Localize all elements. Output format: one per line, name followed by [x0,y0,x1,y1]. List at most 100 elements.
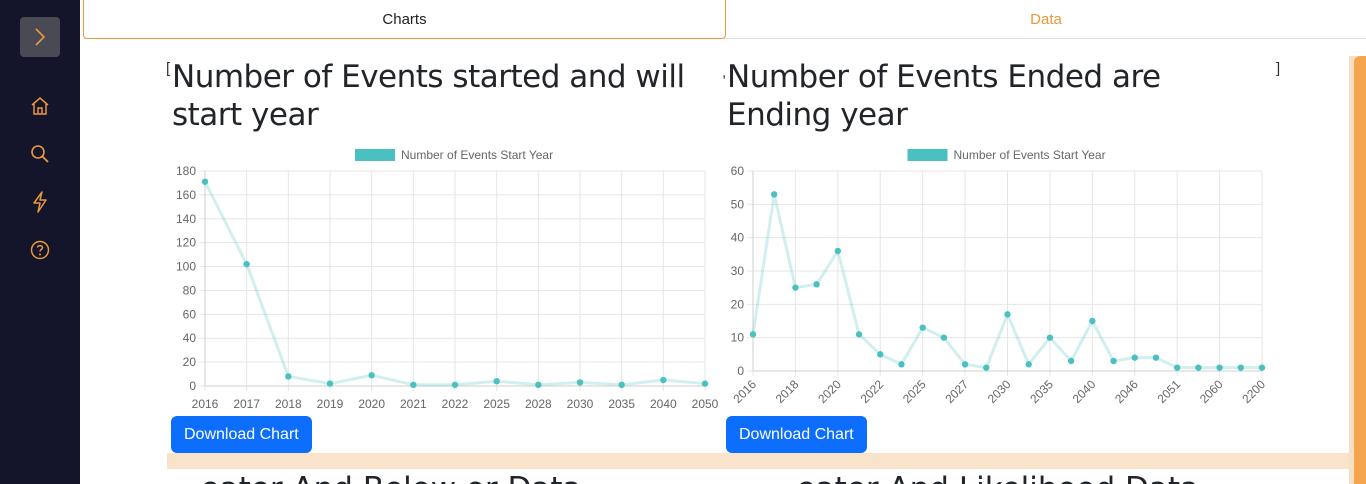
data-point[interactable] [701,380,709,387]
y-tick-label: 10 [731,331,745,345]
data-point[interactable] [983,364,990,371]
x-tick-label: 2020 [358,397,385,411]
y-tick-label: 20 [183,355,197,369]
y-tick-label: 20 [731,297,745,311]
data-point[interactable] [792,284,799,291]
right-bracket-mark: ] [1276,60,1281,77]
data-point[interactable] [1110,357,1117,365]
data-point[interactable] [243,260,250,268]
section-divider [167,453,1349,469]
x-tick-label: 2020 [815,377,844,406]
y-tick-label: 100 [176,260,196,274]
x-tick-label: 2040 [650,397,677,411]
data-point[interactable] [368,372,375,379]
x-tick-label: 2022 [858,377,887,406]
x-tick-label: 2028 [525,397,552,411]
x-tick-label: 2018 [275,397,302,411]
chart-legend[interactable]: Number of Events Start Year [355,148,553,162]
data-point[interactable] [535,381,542,389]
left-chart-title: Number of Events started and will start … [172,59,685,133]
x-tick-label: 2016 [192,397,219,411]
left-download-chart-button[interactable]: Download Chart [171,416,312,453]
x-tick-label: 2050 [692,397,719,411]
data-point[interactable] [451,381,459,389]
tab-charts[interactable]: Charts [83,0,726,39]
sidebar-toggle-button[interactable] [20,17,60,57]
data-point[interactable] [855,331,863,338]
legend-label: Number of Events Start Year [401,148,553,162]
x-tick-label: 2200 [1239,377,1268,406]
y-tick-label: 120 [176,236,196,250]
y-tick-label: 50 [731,197,745,211]
data-point[interactable] [326,380,334,387]
chart-legend[interactable]: Number of Events Start Year [907,148,1106,162]
y-tick-label: 180 [176,164,196,178]
data-point[interactable] [1131,354,1138,361]
y-tick-label: 40 [731,231,745,245]
data-point[interactable] [898,361,905,368]
x-tick-label: 2021 [400,397,427,411]
data-point[interactable] [940,334,948,341]
legend-swatch [907,149,948,161]
data-point[interactable] [834,247,842,255]
data-point[interactable] [1173,364,1181,371]
x-tick-label: 2025 [483,397,510,411]
y-tick-label: 60 [183,307,197,321]
lightning-icon[interactable] [28,190,52,214]
data-point[interactable] [1152,354,1160,361]
y-tick-label: 160 [176,188,196,202]
data-point[interactable] [919,324,926,331]
sidebar [0,0,80,484]
data-point[interactable] [1004,311,1011,318]
x-tick-label: 2046 [1112,377,1141,406]
y-tick-label: 140 [176,212,196,226]
data-point[interactable] [1067,357,1075,365]
data-point[interactable] [285,373,292,380]
tab-bar: Charts Data [83,0,1366,39]
data-point[interactable] [1258,364,1266,371]
x-tick-label: 2019 [317,397,344,411]
x-tick-label: 2022 [442,397,469,411]
y-tick-label: 0 [737,364,744,378]
data-point[interactable] [576,379,584,386]
data-point[interactable] [1089,317,1096,325]
data-point[interactable] [1195,364,1202,371]
x-tick-label: 2030 [567,397,594,411]
x-tick-label: 2025 [900,377,929,406]
x-tick-label: 2051 [1155,377,1184,406]
y-tick-label: 80 [183,283,197,297]
data-point[interactable] [410,381,417,389]
x-tick-label: 2030 [985,377,1014,406]
search-icon[interactable] [28,142,52,166]
data-point[interactable] [961,361,969,368]
left-bracket-mark: [ [166,60,171,77]
y-tick-label: 40 [183,331,197,345]
tab-data[interactable]: Data [726,0,1366,39]
data-point[interactable] [1237,364,1244,371]
y-tick-label: 60 [731,164,745,178]
left-line-chart: Number of Events Start Year0204060801001… [176,148,719,411]
data-point[interactable] [660,376,667,384]
x-tick-label: 2060 [1197,377,1226,406]
data-point[interactable] [1046,334,1054,341]
data-point[interactable] [201,178,209,185]
y-tick-label: 0 [189,379,196,393]
data-point[interactable] [618,381,625,389]
x-tick-label: 2040 [1070,377,1099,406]
lower-right-title: ...eater And Likelihood Data [767,471,1199,484]
y-tick-label: 30 [731,264,745,278]
data-point[interactable] [813,281,820,288]
right-download-chart-button[interactable]: Download Chart [726,416,867,453]
data-point[interactable] [1025,361,1032,368]
home-icon[interactable] [28,94,52,118]
x-tick-label: 2027 [942,377,971,406]
lower-left-title: ...eater And Below or Data [171,471,582,484]
data-point[interactable] [493,378,500,385]
help-icon[interactable] [28,238,52,262]
data-point[interactable] [877,351,884,358]
scrollbar-thumb[interactable] [1354,56,1366,484]
data-point[interactable] [749,331,757,338]
lower-charts-row: ...eater And Below or Data ...eater And … [167,469,1349,484]
data-point[interactable] [1216,364,1223,371]
data-point[interactable] [771,191,778,198]
